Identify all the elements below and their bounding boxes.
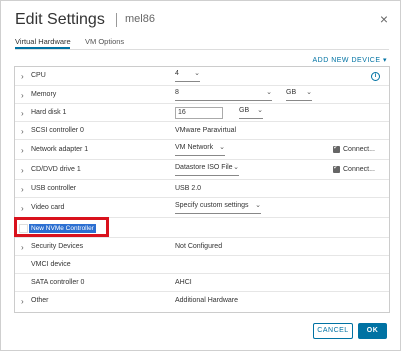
- scsi-label: SCSI controller 0: [31, 127, 84, 134]
- row-hard-disk: › Hard disk 1 16 GB ⌄: [15, 103, 389, 121]
- cpu-label: CPU: [31, 72, 46, 79]
- chevron-right-icon[interactable]: ›: [21, 204, 24, 213]
- info-icon[interactable]: i: [371, 72, 380, 81]
- row-usb-controller: › USB controller USB 2.0: [15, 179, 389, 197]
- memory-select[interactable]: 8 ⌄: [175, 89, 272, 101]
- row-other: › Other Additional Hardware: [15, 291, 389, 309]
- chevron-down-icon: ⌄: [194, 70, 200, 77]
- chevron-right-icon[interactable]: ›: [21, 166, 24, 175]
- row-scsi-controller: › SCSI controller 0 VMware Paravirtual: [15, 121, 389, 139]
- memory-label: Memory: [31, 91, 57, 98]
- usb-label: USB controller: [31, 185, 77, 192]
- cancel-button[interactable]: CANCEL: [313, 323, 353, 339]
- hard-disk-label: Hard disk 1: [31, 109, 67, 116]
- chevron-right-icon[interactable]: ›: [21, 146, 24, 155]
- highlight-box: [14, 217, 109, 237]
- row-memory: › Memory 8 ⌄ GB ⌄: [15, 85, 389, 103]
- usb-value: USB 2.0: [175, 185, 202, 192]
- cpu-value: 4: [175, 70, 179, 77]
- ok-button[interactable]: OK: [358, 323, 387, 339]
- cddvd-value: Datastore ISO File: [175, 164, 233, 171]
- hard-disk-unit: GB: [239, 107, 250, 114]
- other-value: Additional Hardware: [175, 297, 239, 304]
- memory-unit-select[interactable]: GB ⌄: [286, 89, 312, 101]
- chevron-down-icon: ⌄: [257, 107, 263, 114]
- security-value: Not Configured: [175, 243, 223, 250]
- chevron-down-icon: ⌄: [306, 89, 312, 96]
- video-value: Specify custom settings: [175, 202, 249, 209]
- sata-label: SATA controller 0: [31, 279, 85, 286]
- video-select[interactable]: Specify custom settings ⌄: [175, 202, 261, 214]
- video-label: Video card: [31, 204, 65, 211]
- chevron-down-icon: ⌄: [255, 202, 261, 209]
- hard-disk-unit-select[interactable]: GB ⌄: [239, 107, 263, 119]
- memory-value: 8: [175, 89, 179, 96]
- network-select[interactable]: VM Network ⌄: [175, 144, 225, 156]
- dialog-subtitle: mel86: [125, 13, 155, 25]
- chevron-down-icon: ⌄: [233, 164, 239, 171]
- network-value: VM Network: [175, 144, 214, 151]
- tab-virtual-hardware[interactable]: Virtual Hardware: [15, 37, 71, 46]
- chevron-right-icon[interactable]: ›: [21, 72, 24, 81]
- cddvd-connect-checkbox[interactable]: [333, 163, 340, 173]
- edit-settings-dialog: Edit Settings mel86 × Virtual Hardware V…: [0, 0, 401, 351]
- row-vmci-device: VMCI device: [15, 255, 389, 273]
- hardware-table: › CPU 4 ⌄ i › Memory 8 ⌄ GB ⌄ › Hard dis…: [14, 66, 390, 313]
- chevron-right-icon[interactable]: ›: [21, 91, 24, 100]
- network-connect-checkbox[interactable]: [333, 143, 340, 153]
- vmci-label: VMCI device: [31, 261, 71, 268]
- security-label: Security Devices: [31, 243, 84, 250]
- chevron-right-icon[interactable]: ›: [21, 243, 24, 252]
- title-separator: [116, 13, 117, 27]
- other-label: Other: [31, 297, 49, 304]
- scsi-value: VMware Paravirtual: [175, 127, 237, 134]
- chevron-right-icon[interactable]: ›: [21, 109, 24, 118]
- chevron-right-icon[interactable]: ›: [21, 185, 24, 194]
- dialog-title: Edit Settings: [15, 11, 105, 28]
- row-sata-controller: SATA controller 0 AHCI: [15, 273, 389, 291]
- cddvd-connect-label: Connect...: [343, 166, 375, 173]
- cddvd-label: CD/DVD drive 1: [31, 166, 81, 173]
- cddvd-select[interactable]: Datastore ISO File ⌄: [175, 164, 239, 176]
- row-security-devices: › Security Devices Not Configured: [15, 237, 389, 255]
- row-cd-dvd-drive: › CD/DVD drive 1 Datastore ISO File ⌄ Co…: [15, 159, 389, 179]
- chevron-down-icon: ⌄: [266, 89, 272, 96]
- tabs-divider: [15, 49, 389, 50]
- network-label: Network adapter 1: [31, 146, 89, 153]
- sata-value: AHCI: [175, 279, 192, 286]
- tab-vm-options[interactable]: VM Options: [85, 37, 124, 46]
- row-network-adapter: › Network adapter 1 VM Network ⌄ Connect…: [15, 139, 389, 159]
- chevron-right-icon[interactable]: ›: [21, 297, 24, 306]
- row-video-card: › Video card Specify custom settings ⌄: [15, 197, 389, 217]
- chevron-right-icon[interactable]: ›: [21, 127, 24, 136]
- network-connect-label: Connect...: [343, 146, 375, 153]
- memory-unit: GB: [286, 89, 297, 96]
- chevron-down-icon: ⌄: [219, 144, 225, 151]
- add-new-device-button[interactable]: ADD NEW DEVICE ▾: [312, 56, 387, 64]
- hard-disk-size-input[interactable]: 16: [175, 107, 223, 119]
- close-icon[interactable]: ×: [380, 11, 388, 27]
- row-cpu: › CPU 4 ⌄ i: [15, 67, 389, 85]
- cpu-select[interactable]: 4 ⌄: [175, 70, 200, 82]
